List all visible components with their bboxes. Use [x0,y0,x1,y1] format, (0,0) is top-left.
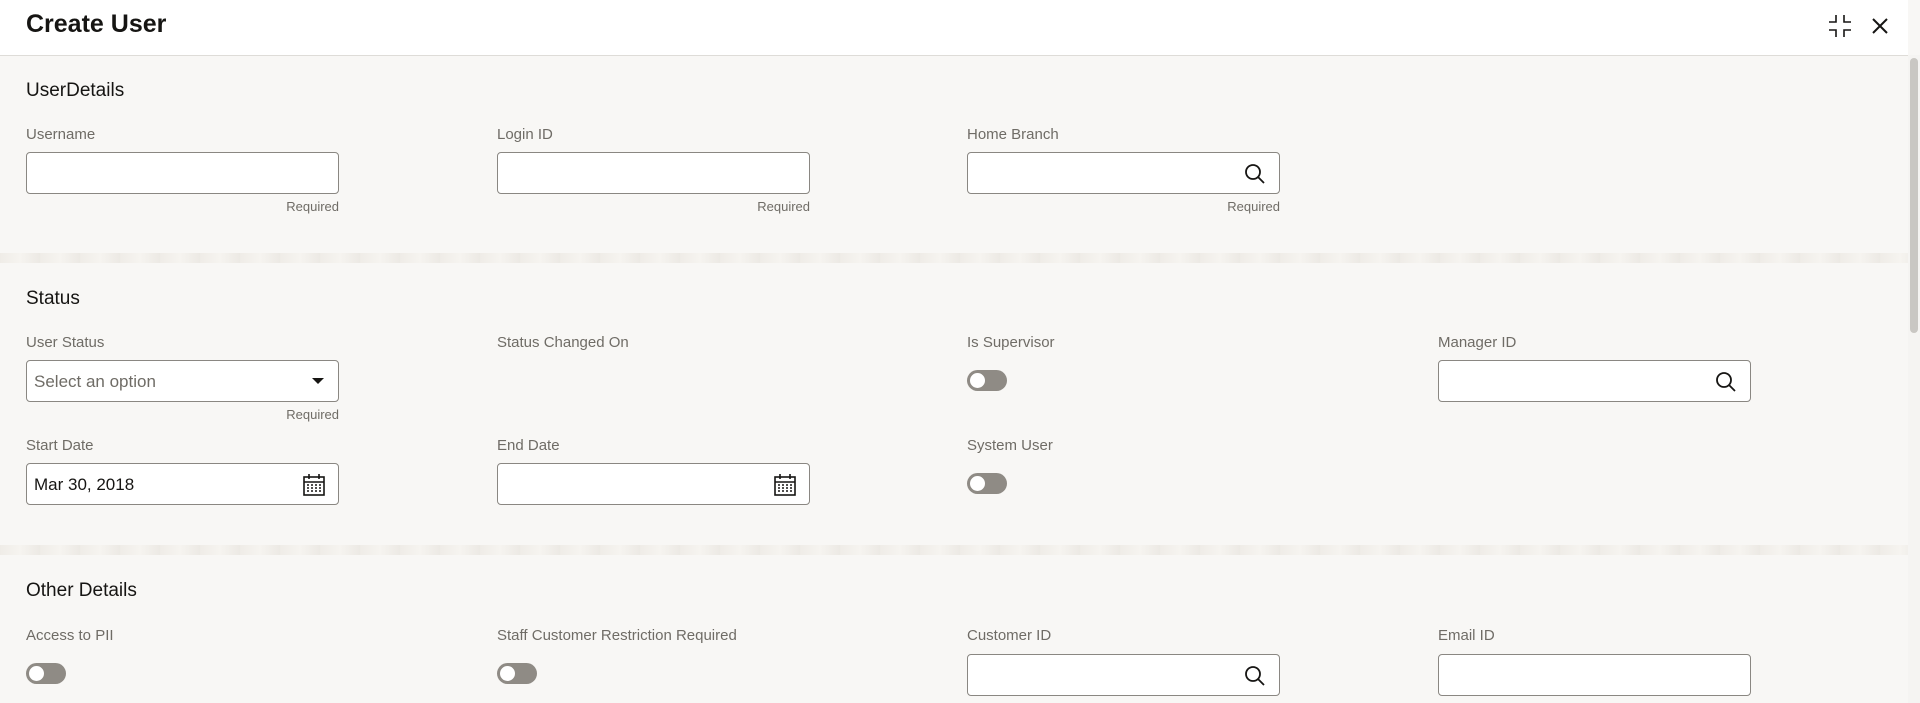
customer-id-field[interactable] [967,654,1280,696]
collapse-icon [1829,15,1851,37]
access-to-pii-label: Access to PII [26,627,114,644]
search-icon[interactable] [1243,664,1267,688]
form-content: UserDetails Username Required Login ID R… [0,56,1908,703]
home-branch-label: Home Branch [967,126,1059,143]
user-status-label: User Status [26,334,105,351]
toggle-knob [29,666,44,681]
end-date-field[interactable] [497,463,810,505]
toggle-knob [970,476,985,491]
close-icon [1872,18,1888,34]
start-date-field[interactable]: Mar 30, 2018 [26,463,339,505]
section-divider [0,545,1908,555]
email-id-field[interactable] [1438,654,1751,696]
close-button[interactable] [1866,12,1894,40]
scrollbar-thumb[interactable] [1910,58,1918,333]
user-status-required: Required [286,407,339,422]
customer-id-label: Customer ID [967,627,1052,644]
user-status-select[interactable]: Select an option [26,360,339,402]
login-id-label: Login ID [497,126,553,143]
username-field[interactable] [26,152,339,194]
chevron-down-icon [312,378,324,384]
section-title-status: Status [26,288,80,309]
user-status-placeholder: Select an option [34,372,156,391]
home-branch-field[interactable] [967,152,1280,194]
section-title-other-details: Other Details [26,580,137,601]
dialog-header: Create User [0,0,1908,56]
access-to-pii-toggle[interactable] [26,663,66,684]
status-changed-on-label: Status Changed On [497,334,629,351]
login-id-required: Required [757,199,810,214]
section-divider [0,253,1908,263]
username-required: Required [286,199,339,214]
is-supervisor-label: Is Supervisor [967,334,1055,351]
page-title: Create User [26,10,167,38]
staff-customer-restriction-toggle[interactable] [497,663,537,684]
search-icon[interactable] [1714,370,1738,394]
is-supervisor-toggle[interactable] [967,370,1007,391]
calendar-icon[interactable] [773,473,797,497]
search-icon[interactable] [1243,162,1267,186]
home-branch-required: Required [1227,199,1280,214]
start-date-label: Start Date [26,437,94,454]
username-label: Username [26,126,96,143]
toggle-knob [970,373,985,388]
start-date-value: Mar 30, 2018 [34,475,135,494]
staff-customer-restriction-label: Staff Customer Restriction Required [497,627,737,644]
toggle-knob [500,666,515,681]
system-user-label: System User [967,437,1053,454]
end-date-label: End Date [497,437,560,454]
email-id-label: Email ID [1438,627,1495,644]
manager-id-field[interactable] [1438,360,1751,402]
manager-id-label: Manager ID [1438,334,1517,351]
calendar-icon[interactable] [302,473,326,497]
section-title-user-details: UserDetails [26,80,125,101]
collapse-button[interactable] [1826,12,1854,40]
system-user-toggle[interactable] [967,473,1007,494]
login-id-field[interactable] [497,152,810,194]
